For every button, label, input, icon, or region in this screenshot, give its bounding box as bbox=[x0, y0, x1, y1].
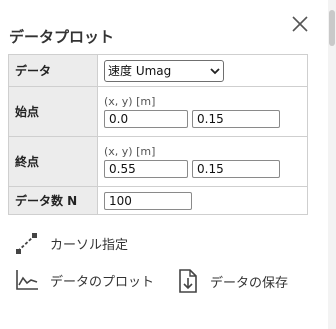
start-y-input[interactable] bbox=[192, 109, 280, 128]
data-row: データ 速度 Umag bbox=[8, 54, 308, 87]
plot-data-label: データのプロット bbox=[50, 274, 155, 290]
data-select-value: 速度 Umag bbox=[108, 64, 172, 78]
download-file-icon bbox=[179, 269, 197, 293]
save-data-label: データの保存 bbox=[210, 275, 289, 291]
end-label: 終点 bbox=[8, 136, 98, 187]
line-chart-icon bbox=[16, 270, 38, 290]
start-label: 始点 bbox=[8, 86, 98, 137]
plot-data-button[interactable]: データのプロット bbox=[14, 268, 154, 292]
end-x-input[interactable] bbox=[104, 159, 188, 178]
parameter-table: データ 速度 Umag 始点 (x, y) [m] 終点 (x, y) [m] bbox=[8, 54, 308, 215]
close-icon bbox=[292, 16, 308, 32]
data-label: データ bbox=[8, 54, 98, 87]
count-row: データ数 N bbox=[8, 186, 308, 215]
start-x-input[interactable] bbox=[104, 109, 188, 128]
close-button[interactable] bbox=[286, 10, 314, 38]
save-data-button[interactable]: データの保存 bbox=[176, 268, 288, 294]
scrollbar-thumb[interactable] bbox=[329, 10, 335, 46]
end-y-input[interactable] bbox=[192, 159, 280, 178]
scrollbar[interactable] bbox=[328, 0, 336, 329]
start-hint: (x, y) [m] bbox=[104, 94, 156, 108]
data-select[interactable]: 速度 Umag bbox=[104, 59, 224, 82]
cursor-select-label: カーソル指定 bbox=[50, 237, 129, 253]
count-label: データ数 N bbox=[8, 186, 98, 215]
start-point-row: 始点 (x, y) [m] bbox=[8, 86, 308, 137]
end-point-row: 終点 (x, y) [m] bbox=[8, 136, 308, 187]
count-input[interactable] bbox=[104, 191, 192, 210]
end-hint: (x, y) [m] bbox=[104, 144, 156, 158]
cursor-line-icon bbox=[16, 233, 37, 254]
chevron-down-icon bbox=[210, 67, 220, 74]
cursor-select-button[interactable]: カーソル指定 bbox=[14, 231, 128, 255]
panel-title: データプロット bbox=[9, 28, 115, 46]
